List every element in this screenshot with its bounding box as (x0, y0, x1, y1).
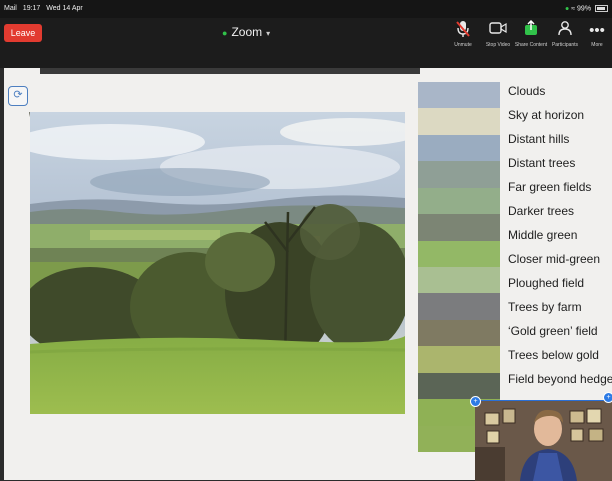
colour-swatch (418, 161, 500, 189)
recording-dot-icon: ● (565, 5, 570, 13)
colour-label: Trees below gold (508, 348, 599, 362)
leave-button[interactable]: Leave (4, 24, 42, 42)
colour-swatch (418, 293, 500, 321)
colour-swatch (418, 187, 500, 215)
wifi-icon: ≈ (571, 5, 576, 13)
colour-swatch (418, 134, 500, 162)
mic-muted-icon (446, 20, 480, 42)
colour-swatch (418, 346, 500, 374)
more-label: More (591, 42, 603, 48)
colour-label: Distant trees (508, 156, 576, 170)
colour-swatch (418, 267, 500, 294)
resize-handle-left[interactable]: + (470, 396, 481, 407)
colour-label: Closer mid-green (508, 252, 601, 266)
share-content-label: Share Content (514, 42, 548, 48)
colour-swatch (418, 214, 500, 242)
colour-swatch (418, 240, 500, 268)
colour-label: Darker trees (508, 204, 575, 218)
share-content-button[interactable]: Share Content (514, 19, 548, 64)
meeting-title-label: Zoom (231, 25, 263, 39)
rotate-icon[interactable]: ⟳ (8, 86, 28, 106)
battery-level: 99% (577, 5, 592, 13)
colour-swatch-column (418, 82, 500, 453)
colour-label: Trees by farm (508, 300, 582, 314)
more-icon: ••• (589, 22, 605, 39)
back-app-label[interactable]: Mail (4, 5, 17, 12)
colour-swatch (418, 372, 500, 400)
landscape-photo (30, 112, 405, 414)
colour-label: Middle green (508, 228, 578, 242)
share-icon (514, 19, 548, 42)
meeting-title[interactable]: ● Zoom ▾ (222, 25, 270, 39)
participants-label: Participants (551, 42, 579, 48)
more-button[interactable]: ••• More (582, 20, 612, 64)
colour-label: Ploughed field (508, 276, 585, 290)
status-bar: Mail 19:17 Wed 14 Apr ● ≈ 99% (0, 0, 612, 18)
video-icon (481, 20, 515, 42)
status-left: Mail 19:17 Wed 14 Apr (4, 5, 87, 12)
colour-swatch (418, 108, 500, 136)
resize-handle-right[interactable]: + (603, 392, 612, 403)
colour-swatch (418, 319, 500, 347)
status-time: 19:17 (22, 5, 41, 12)
status-date: Wed 14 Apr (46, 5, 83, 12)
participants-icon (548, 20, 582, 42)
colour-label: Clouds (508, 84, 546, 98)
battery-icon (595, 5, 608, 12)
participants-button[interactable]: Participants (548, 20, 582, 64)
colour-label: Distant hills (508, 132, 570, 146)
stop-video-button[interactable]: Stop Video (481, 20, 515, 64)
shared-screen-edge (40, 68, 420, 74)
colour-label: Far green fields (508, 180, 592, 194)
colour-swatch (418, 82, 500, 109)
colour-label: Field beyond hedge (508, 372, 612, 386)
status-right: ● ≈ 99% (565, 5, 608, 12)
colour-label: Sky at horizon (508, 108, 585, 122)
colour-label: ‘Gold green’ field (508, 324, 598, 338)
shield-icon: ● (222, 28, 228, 38)
unmute-label: Unmute (454, 42, 472, 48)
unmute-button[interactable]: Unmute (446, 20, 480, 64)
self-view-video[interactable] (475, 400, 612, 481)
chevron-down-icon: ▾ (266, 29, 271, 38)
stop-video-label: Stop Video (485, 42, 511, 48)
